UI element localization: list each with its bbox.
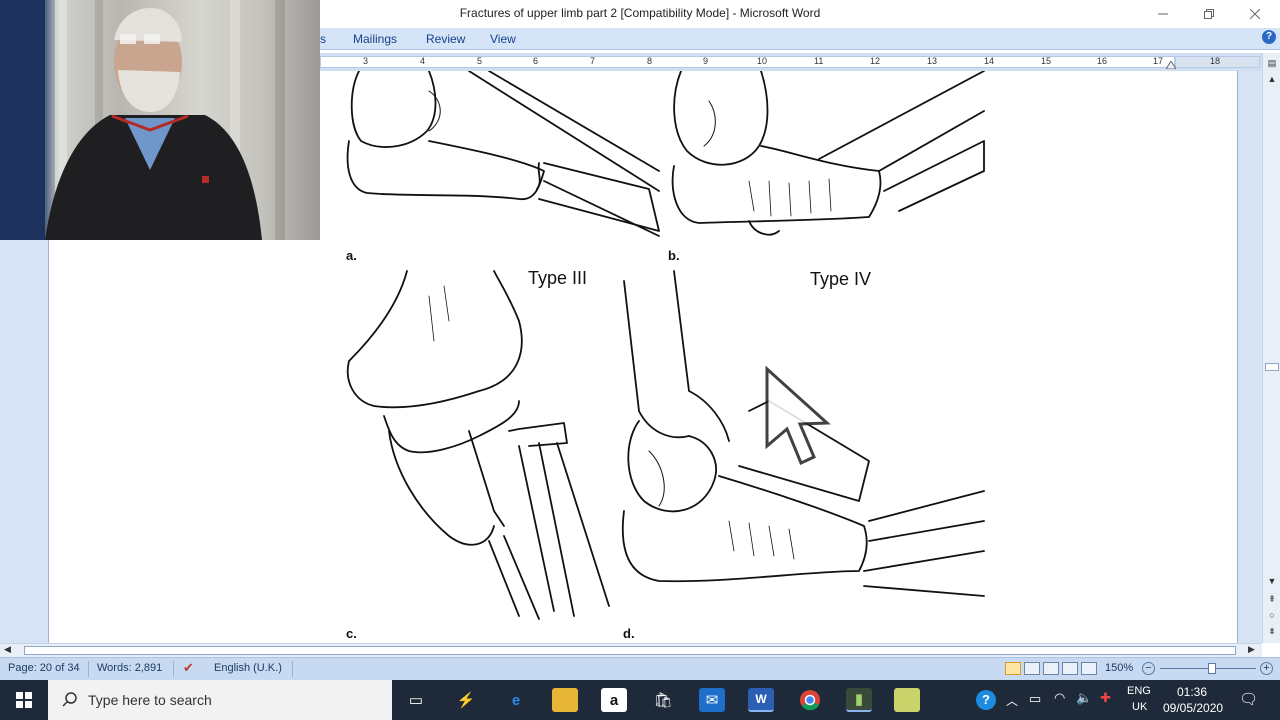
type-iii-label: Type III [528, 268, 588, 288]
store-icon[interactable]: 🛍 [650, 688, 676, 712]
status-divider [292, 661, 293, 677]
ruler-number: 9 [703, 56, 709, 66]
previous-page-icon[interactable]: ⇞ [1265, 593, 1279, 605]
horizontal-scrollbar[interactable]: ◀ ▶ [0, 643, 1262, 657]
zoom-in-icon[interactable]: + [1260, 662, 1273, 675]
close-icon [1250, 9, 1260, 19]
figure-label-b: b. [668, 248, 680, 263]
ruler-number: 11 [814, 56, 824, 66]
type-iv-label: Type IV [810, 269, 872, 289]
ruler-number: 12 [870, 56, 881, 66]
ruler-number: 16 [1097, 56, 1108, 66]
mouse-cursor-icon [765, 365, 831, 466]
edge-icon[interactable]: e [503, 688, 529, 712]
status-bar: Page: 20 of 34 Words: 2,891 ✔ English (U… [0, 657, 1280, 680]
clock-time[interactable]: 01:36 [1177, 685, 1207, 699]
panel-b-drawing [671, 71, 985, 236]
volume-icon[interactable]: 🔈 [1076, 690, 1092, 706]
scroll-left-icon[interactable]: ◀ [4, 644, 11, 655]
ruler-number: 6 [533, 56, 539, 66]
presenter-video [0, 0, 285, 240]
task-view-icon[interactable]: ▭ [403, 688, 429, 712]
ruler-number: 13 [927, 56, 938, 66]
figure-label-d: d. [623, 626, 635, 641]
ruler-number: 10 [757, 56, 768, 66]
draft-icon[interactable] [1081, 662, 1097, 675]
right-indent-marker-icon[interactable] [1166, 61, 1176, 69]
zoom-slider-thumb[interactable] [1208, 663, 1216, 674]
minimize-button[interactable] [1140, 0, 1186, 28]
ruler-number: 18 [1210, 56, 1221, 66]
taskbar-search-box[interactable]: Type here to search [48, 680, 392, 720]
minimize-icon [1158, 13, 1168, 15]
clock-date[interactable]: 09/05/2020 [1163, 701, 1223, 715]
security-tray-icon[interactable]: ✚ [1100, 690, 1111, 706]
webcam-overlay [0, 0, 320, 240]
h-scroll-thumb[interactable] [24, 646, 1236, 655]
scroll-thumb[interactable] [1265, 363, 1279, 371]
page-indicator[interactable]: Page: 20 of 34 [8, 662, 80, 674]
language-code[interactable]: ENG [1127, 685, 1151, 697]
ruler-toggle-icon[interactable]: ▤ [1265, 57, 1279, 69]
ruler-number: 5 [477, 56, 483, 66]
language-indicator[interactable]: English (U.K.) [214, 662, 282, 674]
ruler-number: 15 [1041, 56, 1052, 66]
panel-c-drawing [346, 270, 610, 620]
tab-mailings[interactable]: Mailings [353, 32, 397, 46]
ruler-number: 8 [647, 56, 653, 66]
wifi-icon[interactable]: ◠ [1054, 690, 1065, 706]
chrome-icon[interactable] [797, 688, 823, 712]
restore-button[interactable] [1186, 0, 1232, 28]
word-icon[interactable]: W [748, 688, 774, 712]
full-screen-reading-icon[interactable] [1024, 662, 1040, 675]
status-divider [88, 661, 89, 677]
figure-label-a: a. [346, 248, 357, 263]
ruler-number: 7 [590, 56, 596, 66]
tab-review[interactable]: Review [426, 32, 465, 46]
windows-start-icon[interactable] [0, 680, 48, 720]
help-tray-icon[interactable]: ? [976, 690, 996, 710]
figure-label-c: c. [346, 626, 357, 641]
zoom-out-icon[interactable]: − [1142, 662, 1155, 675]
lightning-app-icon[interactable]: ⚡ [453, 688, 479, 712]
tab-view[interactable]: View [490, 32, 516, 46]
proofing-icon[interactable]: ✔ [183, 660, 194, 676]
amazon-icon[interactable]: a [601, 688, 627, 712]
next-page-icon[interactable]: ⇟ [1265, 625, 1279, 637]
scroll-down-icon[interactable]: ▼ [1265, 575, 1279, 587]
ruler-number: 17 [1153, 56, 1164, 66]
windows-taskbar: Type here to search ▭ ⚡ e a 🛍 ✉ W ▮ ? ︿ … [0, 680, 1280, 720]
vertical-scrollbar[interactable]: ▤ ▲ ▼ ⇞ ○ ⇟ [1262, 53, 1280, 643]
zoom-level[interactable]: 150% [1105, 662, 1133, 674]
browse-object-icon[interactable]: ○ [1265, 609, 1279, 621]
search-icon [62, 692, 77, 707]
mail-icon[interactable]: ✉ [699, 688, 725, 712]
search-placeholder: Type here to search [88, 692, 212, 708]
ruler-number: 3 [363, 56, 369, 66]
tab-partial[interactable]: s [320, 32, 326, 46]
restore-icon [1204, 9, 1214, 19]
help-icon[interactable]: ? [1262, 30, 1276, 44]
ruler-number: 14 [984, 56, 995, 66]
word-count[interactable]: Words: 2,891 [97, 662, 162, 674]
web-layout-icon[interactable] [1043, 662, 1059, 675]
status-divider [173, 661, 174, 677]
outline-icon[interactable] [1062, 662, 1078, 675]
panel-a-drawing [346, 71, 660, 237]
chevron-up-icon[interactable]: ︿ [1006, 692, 1018, 709]
scroll-right-icon[interactable]: ▶ [1248, 644, 1255, 655]
language-region[interactable]: UK [1132, 701, 1147, 713]
notifications-icon[interactable]: 🗨 [1239, 690, 1258, 708]
close-button[interactable] [1232, 0, 1278, 28]
ruler-number: 4 [420, 56, 426, 66]
sticky-notes-icon[interactable] [894, 688, 920, 712]
battery-icon[interactable]: ▭ [1029, 691, 1041, 707]
file-explorer-icon[interactable] [552, 688, 578, 712]
recorder-app-icon[interactable]: ▮ [846, 688, 872, 712]
print-layout-icon[interactable] [1005, 662, 1021, 675]
scroll-up-icon[interactable]: ▲ [1265, 73, 1279, 85]
